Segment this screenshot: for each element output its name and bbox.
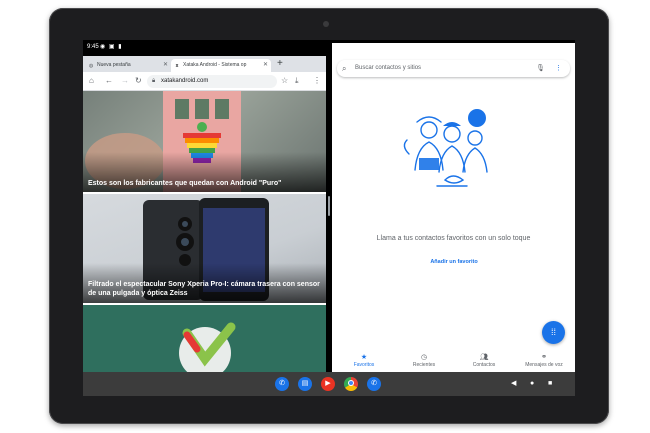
add-favorite-link[interactable]: Añadir un favorito — [404, 259, 504, 265]
forward-icon[interactable]: → — [121, 76, 129, 86]
battery-icon: ▮ — [337, 44, 343, 50]
star-icon: ★ — [360, 354, 368, 361]
youtube-app-icon[interactable]: ▶ — [321, 377, 335, 391]
chrome-app-icon[interactable] — [344, 377, 358, 391]
bottom-navigation: ★ Favoritos ◷ Recientes 👥︎ Contactos ⚭ M… — [332, 352, 575, 372]
recents-nav-icon[interactable]: ■ — [548, 377, 552, 391]
status-time: 9:45 — [87, 44, 99, 50]
chrome-window: ◍ Nueva pestaña ✕ x Xataka Android - Sis… — [83, 56, 326, 372]
dialpad-fab-button[interactable]: ⁞⁞ — [542, 321, 565, 344]
article-feed: Estos son los fabricantes que quedan con… — [83, 91, 326, 372]
tab-xataka-android[interactable]: x Xataka Android - Sistema op ✕ — [171, 59, 271, 72]
article-card[interactable]: Filtrado el espectacular Sony Xperia Pro… — [83, 194, 326, 303]
taskbar: ✆ ▤ ▶ ✆ ◀ ● ■ — [83, 372, 575, 396]
lock-icon: 🔒︎ — [152, 78, 156, 84]
bookmark-star-icon[interactable]: ☆ — [281, 76, 288, 86]
nav-recents[interactable]: ◷ Recientes — [394, 354, 454, 368]
home-nav-icon[interactable]: ● — [530, 377, 534, 391]
reload-icon[interactable]: ↻ — [135, 76, 142, 86]
menu-more-icon[interactable]: ⋮ — [313, 76, 321, 86]
favorites-illustration — [403, 109, 488, 187]
nav-voicemail[interactable]: ⚭ Mensajes de voz — [514, 354, 574, 368]
article-card[interactable] — [83, 305, 326, 372]
tablet-screen: 9:45 ◉ ▣ ▮ ▾▮ ◍ Nueva pestaña ✕ x Xataka… — [83, 40, 575, 396]
nav-label: Mensajes de voz — [525, 362, 563, 368]
article-title: Filtrado el espectacular Sony Xperia Pro… — [88, 281, 320, 297]
article-card[interactable]: Estos son los fabricantes que quedan con… — [83, 91, 326, 192]
phone-app-icon[interactable]: ✆ — [275, 377, 289, 391]
nav-contacts[interactable]: 👥︎ Contactos — [454, 354, 514, 368]
tab-label: Nueva pestaña — [97, 62, 131, 68]
status-notification-icons: ◉ ▣ ▮ — [100, 44, 123, 50]
article-image-logo — [179, 322, 236, 372]
new-tab-icon[interactable]: + — [277, 58, 283, 69]
front-camera — [323, 21, 329, 27]
address-url: xatakandroid.com — [161, 78, 209, 84]
voicemail-icon: ⚭ — [541, 354, 547, 361]
xataka-favicon-icon: x — [175, 63, 179, 69]
nav-label: Favoritos — [353, 362, 375, 368]
back-nav-icon[interactable]: ◀ — [511, 377, 516, 391]
people-icon: 👥︎ — [479, 354, 489, 361]
download-icon[interactable]: ⤓ — [295, 76, 299, 86]
dialer-app-icon[interactable]: ✆ — [367, 377, 381, 391]
globe-icon: ◍ — [88, 63, 94, 69]
messages-app-icon[interactable]: ▤ — [298, 377, 312, 391]
dialpad-grid-icon: ⁞⁞ — [550, 327, 556, 337]
search-placeholder: Buscar contactos y sitios — [355, 65, 422, 71]
nav-label: Recientes — [412, 362, 436, 368]
article-title: Estos son los fabricantes que quedan con… — [88, 180, 282, 187]
tablet-device: 9:45 ◉ ▣ ▮ ▾▮ ◍ Nueva pestaña ✕ x Xataka… — [49, 8, 609, 424]
dialpad-icon[interactable]: ⋮ — [555, 60, 562, 77]
clock-icon: ◷ — [420, 354, 428, 361]
chrome-toolbar: ⌂ ← → ↻ 🔒︎ xatakandroid.com ☆ ⤓ ⋮ — [83, 72, 326, 91]
address-bar[interactable]: 🔒︎ xatakandroid.com — [147, 75, 277, 88]
search-input[interactable]: ⌕ Buscar contactos y sitios 🎙︎ ⋮ — [337, 60, 570, 77]
close-tab-icon[interactable]: ✕ — [263, 59, 268, 72]
tab-new-tab[interactable]: ◍ Nueva pestaña ✕ — [85, 59, 171, 72]
tab-label: Xataka Android - Sistema op — [183, 62, 247, 68]
phone-app: ⌕ Buscar contactos y sitios 🎙︎ ⋮ Llama a… — [332, 56, 575, 372]
status-bar: 9:45 ◉ ▣ ▮ ▾▮ — [83, 40, 575, 359]
close-tab-icon[interactable]: ✕ — [163, 59, 168, 72]
back-icon[interactable]: ← — [105, 76, 113, 86]
chrome-tab-strip: ◍ Nueva pestaña ✕ x Xataka Android - Sis… — [83, 56, 326, 72]
empty-state-text: Llama a tus contactos favoritos con un s… — [376, 235, 531, 242]
search-icon: ⌕ — [342, 64, 347, 73]
divider-handle[interactable] — [328, 196, 330, 216]
nav-favorites[interactable]: ★ Favoritos — [334, 354, 394, 368]
microphone-icon[interactable]: 🎙︎ — [536, 60, 545, 77]
nav-label: Contactos — [472, 362, 496, 368]
home-icon[interactable]: ⌂ — [89, 76, 94, 86]
